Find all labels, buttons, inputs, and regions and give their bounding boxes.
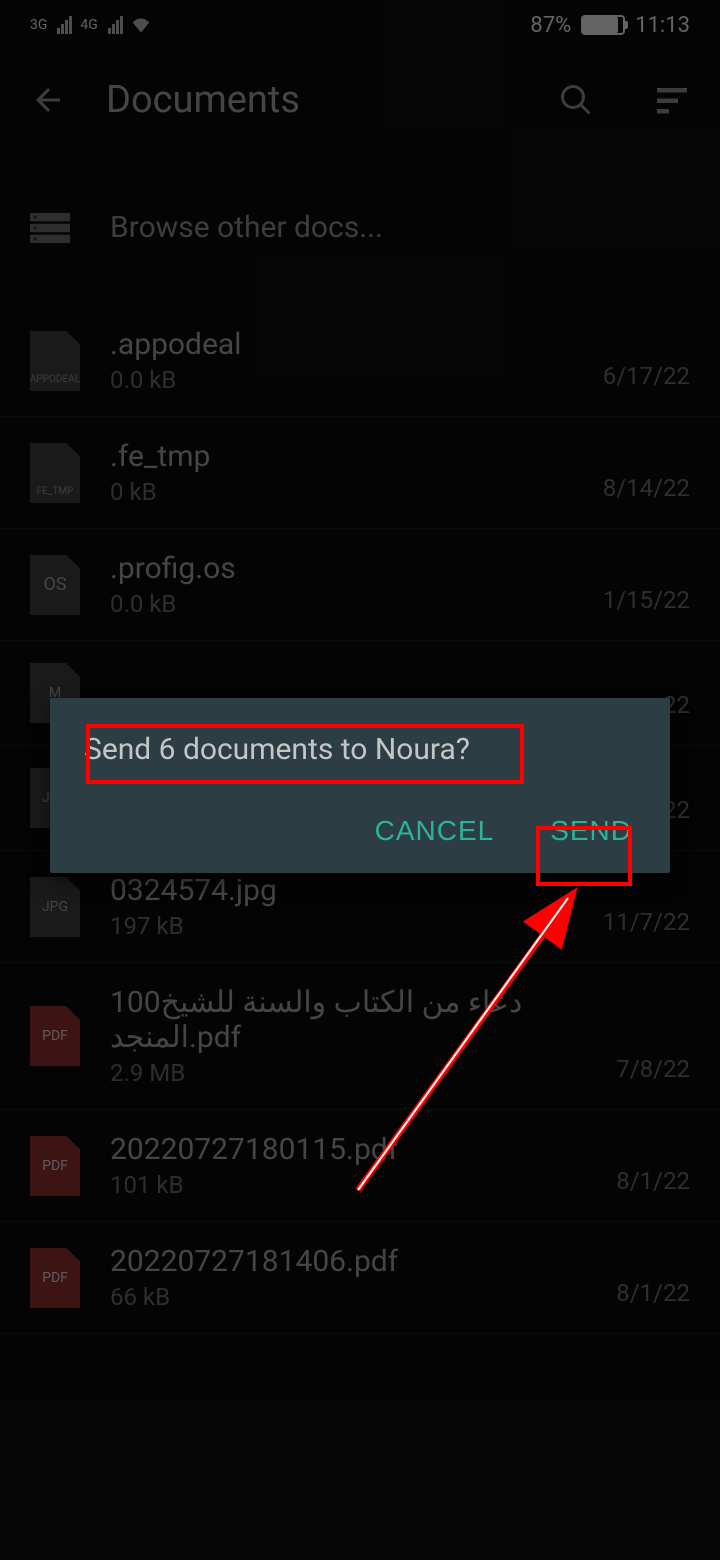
dialog-actions: CANCEL SEND xyxy=(84,807,636,855)
dialog-title: Send 6 documents to Noura? xyxy=(84,732,636,767)
confirm-send-dialog: Send 6 documents to Noura? CANCEL SEND xyxy=(50,698,670,873)
cancel-button[interactable]: CANCEL xyxy=(371,807,499,855)
send-button[interactable]: SEND xyxy=(546,807,636,855)
